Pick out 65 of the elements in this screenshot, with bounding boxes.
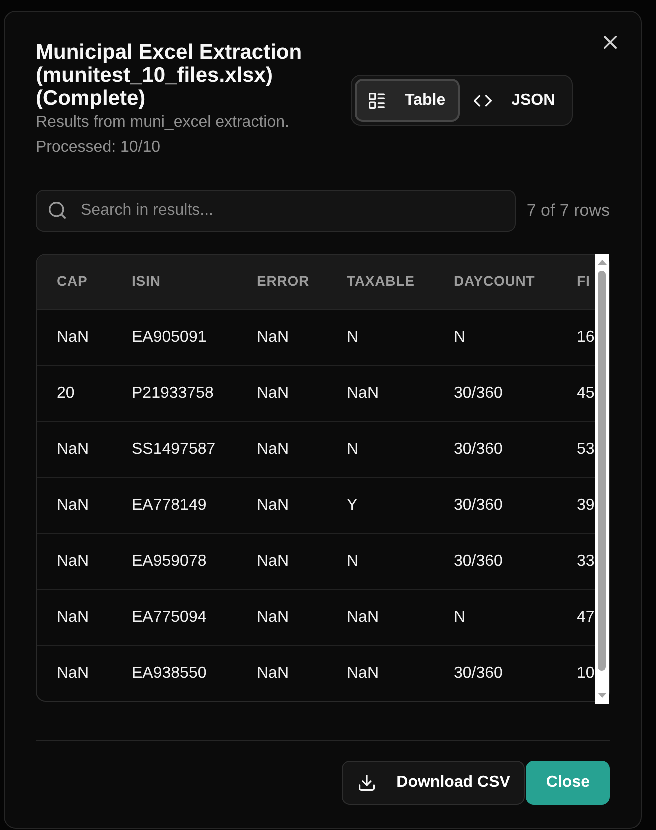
table-cell: SS1497587 (132, 440, 216, 458)
table-cell: EA938550 (132, 664, 207, 682)
table-cell: N (454, 608, 466, 626)
table-cell: NaN (257, 440, 290, 458)
view-tab[interactable]: JSON (460, 79, 570, 122)
table-cell: EA778149 (132, 496, 207, 514)
table-cell: NaN (257, 328, 290, 346)
table-cell: NaN (57, 608, 90, 626)
download-icon (358, 775, 375, 791)
table-cell: 39 (577, 496, 595, 514)
table-cell: NaN (347, 384, 380, 402)
column-header[interactable]: DAYCOUNT (454, 273, 536, 289)
scroll-down-icon[interactable] (598, 693, 606, 698)
progress-text: Processed: 10/10 (36, 138, 162, 158)
table-cell: EA959078 (132, 552, 207, 570)
table-cell: 30/360 (454, 440, 503, 458)
table-cell: N (347, 440, 359, 458)
table-cell: P21933758 (132, 384, 214, 402)
search-field[interactable]: Search in results... (36, 190, 516, 232)
column-header[interactable]: CAP (57, 273, 88, 289)
table-cell: NaN (257, 664, 290, 682)
table-cell: 45 (577, 384, 595, 402)
table-cell: NaN (257, 608, 290, 626)
table-cell: N (347, 552, 359, 570)
table-cell: 30/360 (454, 384, 503, 402)
scrollbar-thumb[interactable] (598, 271, 606, 671)
table-cell: NaN (57, 664, 90, 682)
table-cell: NaN (257, 384, 290, 402)
table-cell: EA905091 (132, 328, 207, 346)
list-icon (369, 92, 385, 108)
dialog-description: Results from muni_excel extraction. (36, 113, 290, 133)
scrollbar[interactable] (595, 254, 609, 704)
row-count: 7 of 7 rows (526, 201, 610, 221)
table-cell: NaN (57, 496, 90, 514)
column-header[interactable]: ERROR (257, 273, 310, 289)
table-cell: 30/360 (454, 552, 503, 570)
table-cell: 20 (57, 384, 75, 402)
table-cell: NaN (347, 608, 380, 626)
table-cell: N (347, 328, 359, 346)
table-cell: NaN (57, 552, 90, 570)
table-cell: NaN (257, 552, 290, 570)
search-icon (49, 202, 66, 219)
table-cell: NaN (57, 440, 90, 458)
table-cell: 30/360 (454, 496, 503, 514)
dialog-title: Municipal Excel Extraction (munitest_10_files.xlsx) (Complete) (36, 41, 304, 110)
column-header[interactable]: ISIN (132, 273, 161, 289)
table-cell: 30/360 (454, 664, 503, 682)
table-cell: 33 (577, 552, 595, 570)
column-header[interactable]: FI (577, 273, 590, 289)
close-icon (604, 36, 616, 48)
table-cell: NaN (57, 328, 90, 346)
table-cell: NaN (257, 496, 290, 514)
column-header[interactable]: TAXABLE (347, 273, 415, 289)
scroll-up-icon[interactable] (598, 260, 606, 265)
code-icon (474, 94, 492, 106)
table-cell: N (454, 328, 466, 346)
table-cell: 47 (577, 608, 595, 626)
view-tab[interactable]: Table (355, 79, 460, 122)
table-cell: NaN (347, 664, 380, 682)
download-button[interactable]: Download CSV (342, 761, 526, 805)
table-cell: EA775094 (132, 608, 207, 626)
table-cell: Y (347, 496, 358, 514)
table-cell: 10 (577, 664, 595, 682)
table-cell: 16 (577, 328, 595, 346)
table-cell: 53 (577, 440, 595, 458)
